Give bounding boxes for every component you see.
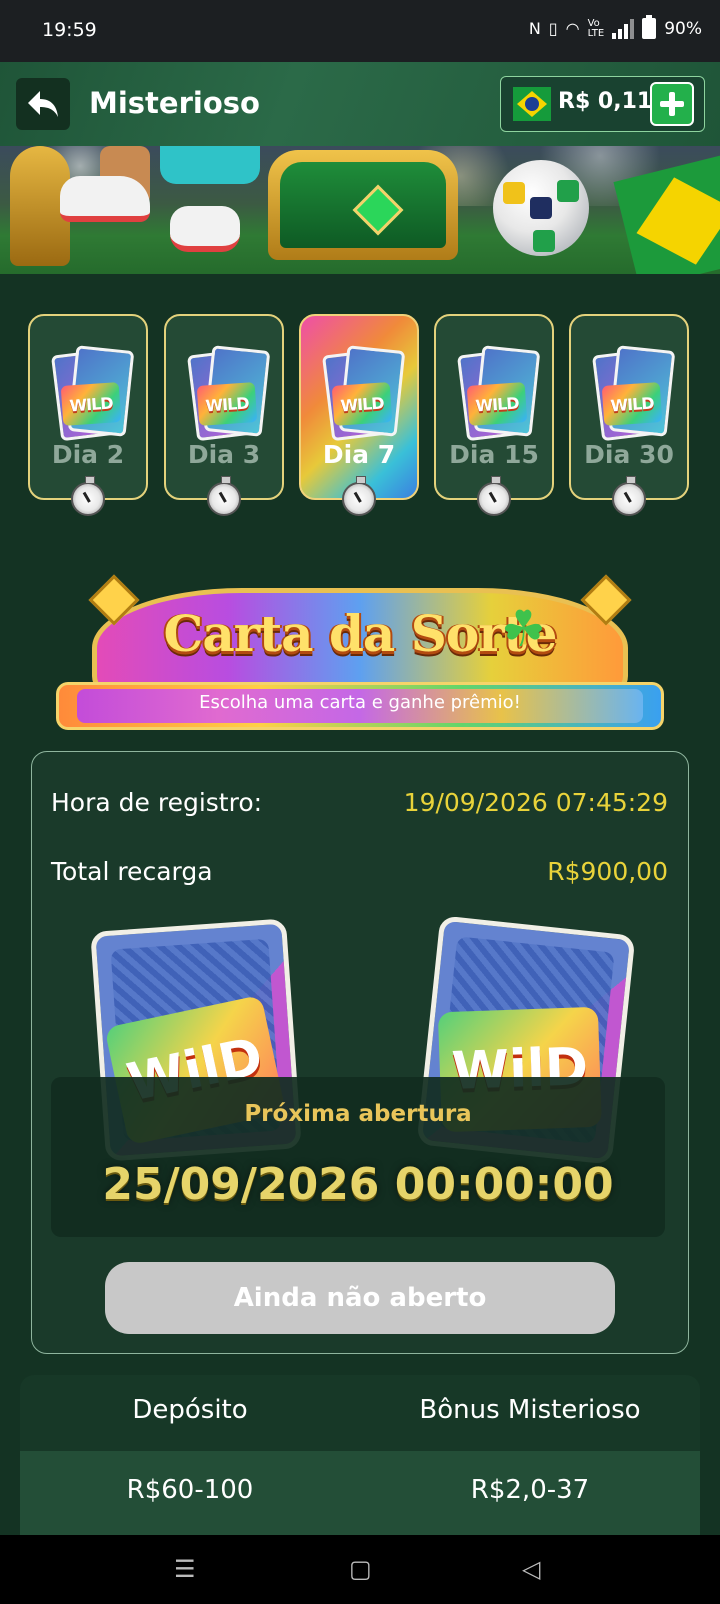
day-label: Dia 30 bbox=[584, 440, 674, 469]
day-selector: WILD Dia 2 WILD Dia 3 WILD Dia 7 WILD Di… bbox=[28, 314, 692, 520]
status-time: 19:59 bbox=[42, 19, 97, 41]
bonus-range: R$2,0-37 bbox=[470, 1475, 590, 1505]
system-nav-bar: ☰ ▢ ◁ bbox=[0, 1535, 720, 1604]
open-card-button[interactable]: Ainda não aberto bbox=[105, 1262, 615, 1334]
wallet-balance[interactable]: R$ 0,11 bbox=[500, 76, 705, 132]
day-label: Dia 2 bbox=[51, 440, 125, 469]
page-title: Misterioso bbox=[89, 86, 260, 120]
stopwatch-icon bbox=[71, 476, 105, 516]
deposit-range: R$60-100 bbox=[126, 1475, 254, 1505]
day-label: Dia 15 bbox=[449, 440, 539, 469]
wild-card-icon: WILD bbox=[50, 345, 135, 444]
recent-apps-icon[interactable]: ☰ bbox=[174, 1555, 196, 1583]
deposit-add-button[interactable] bbox=[650, 82, 694, 126]
wifi-icon: ◠ bbox=[565, 19, 580, 38]
treasure-chest-image bbox=[268, 150, 458, 260]
day-card-15[interactable]: WILD Dia 15 bbox=[434, 314, 554, 516]
balance-amount: R$ 0,11 bbox=[558, 89, 653, 114]
app-header: Misterioso R$ 0,11 bbox=[0, 62, 720, 146]
back-button[interactable] bbox=[16, 78, 70, 130]
carta-da-sorte-banner: Carta da Sorte ☘ Escolha uma carta e gan… bbox=[56, 570, 664, 742]
registration-label: Hora de registro: bbox=[51, 788, 263, 817]
stopwatch-icon bbox=[477, 476, 511, 516]
bonus-table: Depósito Bônus Misterioso R$60-100 R$2,0… bbox=[20, 1375, 700, 1535]
stopwatch-icon bbox=[612, 476, 646, 516]
day-label: Dia 7 bbox=[322, 440, 396, 469]
wild-card-icon: WILD bbox=[186, 345, 271, 444]
signal-icon bbox=[612, 18, 635, 39]
promo-title: Carta da Sorte bbox=[163, 604, 558, 663]
registration-value: 19/09/2026 07:45:29 bbox=[403, 788, 668, 817]
home-icon[interactable]: ▢ bbox=[349, 1555, 372, 1583]
stopwatch-icon bbox=[342, 476, 376, 516]
battery-icon bbox=[642, 15, 657, 39]
volte-icon: Vo LTE bbox=[587, 17, 605, 39]
vibrate-icon: ▯ bbox=[548, 19, 558, 38]
back-arrow-icon bbox=[28, 91, 58, 117]
status-icons: N ▯ ◠ Vo LTE 90% bbox=[528, 15, 702, 39]
stopwatch-icon bbox=[207, 476, 241, 516]
day-label: Dia 3 bbox=[187, 440, 261, 469]
nfc-icon: N bbox=[528, 19, 541, 38]
wild-card-icon: WILD bbox=[591, 345, 676, 444]
countdown-overlay: Próxima abertura 25/09/2026 00:00:00 bbox=[51, 1077, 665, 1237]
column-header-deposit: Depósito bbox=[132, 1395, 248, 1425]
countdown-value: 25/09/2026 00:00:00 bbox=[102, 1159, 614, 1210]
soccer-ball-image bbox=[493, 160, 589, 256]
day-card-3[interactable]: WILD Dia 3 bbox=[164, 314, 284, 516]
column-header-bonus: Bônus Misterioso bbox=[419, 1395, 641, 1425]
wild-card-icon: WILD bbox=[456, 345, 541, 444]
day-card-30[interactable]: WILD Dia 30 bbox=[569, 314, 689, 516]
promo-subtitle: Escolha uma carta e ganhe prêmio! bbox=[199, 692, 521, 713]
day-card-7[interactable]: WILD Dia 7 bbox=[299, 314, 419, 516]
promo-banner-image bbox=[0, 146, 720, 274]
back-nav-icon[interactable]: ◁ bbox=[522, 1555, 540, 1583]
status-bar: 19:59 N ▯ ◠ Vo LTE 90% bbox=[0, 0, 720, 62]
brazil-flag-icon bbox=[513, 87, 551, 121]
table-row: R$60-100 R$2,0-37 bbox=[20, 1451, 700, 1535]
day-card-2[interactable]: WILD Dia 2 bbox=[28, 314, 148, 516]
player-legs-image bbox=[60, 146, 260, 252]
recharge-label: Total recarga bbox=[51, 857, 213, 886]
wild-card-icon: WILD bbox=[321, 345, 406, 444]
countdown-label: Próxima abertura bbox=[244, 1101, 472, 1127]
table-header: Depósito Bônus Misterioso bbox=[20, 1375, 700, 1451]
clover-icon: ☘ bbox=[501, 600, 546, 658]
battery-percent: 90% bbox=[664, 18, 702, 39]
recharge-value: R$900,00 bbox=[547, 857, 668, 886]
